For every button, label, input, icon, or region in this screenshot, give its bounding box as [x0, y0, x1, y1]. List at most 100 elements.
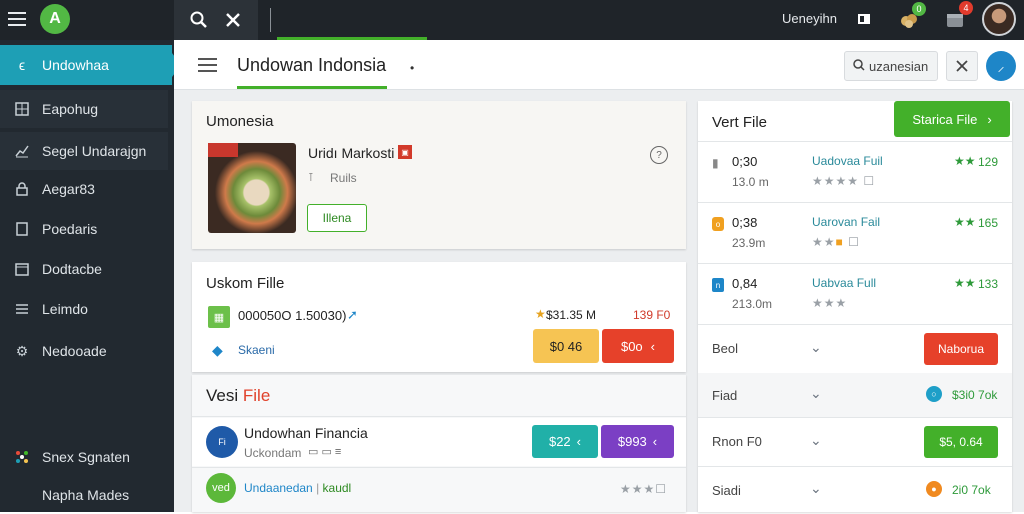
card-title: Vesi File	[206, 386, 270, 406]
button-label: $0 46	[549, 338, 583, 354]
file-row[interactable]: ▮ 0;30 13.0 m Uadovaa Fuil ★★★★ ☐ ★★ 129	[698, 142, 1012, 202]
blue-icon: n	[712, 278, 724, 292]
info-icon[interactable]: ?	[650, 146, 668, 164]
item-2-part-b: kaudl	[322, 481, 352, 495]
file-stars: ★★■ ☐	[812, 235, 860, 249]
row-value: 2i0 7ok	[952, 483, 991, 497]
item-name: Uridı Markosti	[308, 145, 395, 161]
score-stars: ★★	[954, 276, 976, 290]
menu-icon[interactable]	[6, 8, 30, 30]
divider	[270, 8, 271, 32]
file-size: 23.9m	[732, 236, 766, 250]
sidebar-item-nedooade[interactable]: ⚙ Nedooade	[0, 332, 168, 370]
row-value: $3i0 7ok	[952, 388, 998, 402]
sidebar-item-dodtacbe[interactable]: Dodtacbe	[0, 250, 168, 288]
sidebar-item-label: Segel Undarajgn	[42, 143, 147, 159]
tool-button[interactable]: ⸝	[986, 51, 1016, 81]
sidebar-item-segel[interactable]: Segel Undarajgn	[0, 132, 168, 170]
yellow-button[interactable]: $0 46	[533, 329, 599, 363]
search-icon[interactable]	[188, 9, 210, 31]
chevron-down-icon[interactable]: ⌄	[810, 385, 822, 402]
sidebar-item-label: Snex Sgnaten	[42, 449, 130, 465]
badge-count: 4	[963, 3, 969, 13]
hamburger-icon[interactable]	[196, 54, 220, 76]
top-bar: A Ueneyihn 0 4	[0, 0, 1024, 40]
purple-button[interactable]: $993 ‹	[601, 425, 674, 458]
button-label: Naborua	[937, 342, 985, 356]
search-field[interactable]: uzanesian	[844, 51, 938, 81]
user-name[interactable]: Ueneyihn	[782, 11, 837, 26]
item-button[interactable]: Illena	[307, 204, 367, 232]
green-avatar: ved	[206, 473, 236, 503]
row-label: Rnon F0	[712, 434, 762, 449]
search-icon	[853, 58, 865, 74]
button-label: $993	[617, 434, 647, 449]
expand-row[interactable]: Rnon F0 ⌄ $5, 0.64	[698, 418, 1012, 466]
expand-row[interactable]: Fiad ⌄ ○ $3i0 7ok	[698, 373, 1012, 417]
teal-button[interactable]: $22 ‹	[532, 425, 598, 458]
chevron-left-icon: ‹	[652, 434, 658, 449]
button-label: Illena	[322, 211, 352, 225]
lock-icon: ▮	[712, 156, 719, 170]
file-score: 165	[978, 216, 999, 230]
chart-icon	[14, 143, 30, 159]
home-icon: ϵ	[18, 57, 26, 73]
file-stars: ★★★★ ☐	[812, 174, 876, 188]
item-mini-icons: ▭ ▭ ≡	[308, 446, 342, 458]
badge-count: 0	[916, 4, 922, 14]
item-sub: Ruils	[330, 171, 357, 185]
item-title: Undowhan Financia	[244, 425, 368, 441]
file-name: Uadovaa Fuil	[812, 154, 883, 168]
chevron-right-icon: ›	[987, 111, 992, 127]
chevron-down-icon[interactable]: ⌄	[810, 480, 822, 497]
sidebar-bottom-item-1[interactable]: Snex Sgnaten	[0, 438, 168, 476]
flag-icon[interactable]	[854, 9, 874, 29]
file-row[interactable]: o 0;38 23.9m Uarovan Fail ★★■ ☐ ★★ 165	[698, 203, 1012, 263]
search-area[interactable]	[174, 0, 258, 40]
chevron-down-icon[interactable]: ⌄	[810, 432, 822, 449]
file-row[interactable]: n 0,84 213.0m Uabvaa Full ★★★ ★★ 133	[698, 264, 1012, 324]
red-button[interactable]: $0o ‹	[602, 329, 674, 363]
share-icon[interactable]: ➚	[347, 307, 358, 323]
tag-icon: ▣	[398, 145, 412, 159]
chevron-down-icon[interactable]: ⌄	[810, 339, 822, 356]
file-name: Uabvaa Full	[812, 276, 877, 290]
app-logo[interactable]: A	[40, 4, 70, 34]
close-button[interactable]	[946, 51, 978, 81]
expand-row[interactable]: Beol ⌄ Naborua	[698, 325, 1012, 373]
button-label: $0o	[620, 338, 643, 354]
button-label: Starica File	[912, 111, 978, 127]
sidebar-item-aegar[interactable]: Aegar83	[0, 170, 168, 208]
avatar[interactable]	[982, 2, 1016, 36]
item-sub: Uckondam	[244, 446, 302, 460]
item-2-text: Undaanedan | kaudl	[244, 481, 352, 495]
sidebar-item-label: Eapohug	[42, 101, 99, 117]
star-icon: ★	[535, 307, 546, 321]
sidebar-item-poedaris[interactable]: Poedaris	[0, 210, 168, 248]
expand-row[interactable]: Siadi ⌄ ● 2i0 7ok	[698, 467, 1012, 512]
sidebar-bottom-item-2[interactable]: Napha Mades	[0, 476, 168, 514]
finance-avatar: Fi	[206, 426, 238, 458]
title-part-b: File	[242, 386, 271, 405]
rating-value: $31.35 M	[546, 308, 597, 322]
close-icon[interactable]	[222, 9, 244, 31]
card-uskom: Uskom Fille ▦ 000050O 1.50030) ➚ ★ $31.3…	[192, 262, 686, 372]
red-action-button[interactable]: Naborua	[924, 333, 998, 365]
doc-icon	[14, 221, 30, 237]
sidebar-item-eapohug[interactable]: Eapohug	[0, 90, 168, 128]
primary-action-button[interactable]: Starica File ›	[894, 101, 1010, 137]
file-score: 133	[978, 277, 999, 291]
file-size: 13.0 m	[732, 175, 769, 189]
sidebar-item-label: Napha Mades	[42, 487, 130, 503]
row-text: 000050O 1.50030)	[238, 308, 347, 323]
sidebar-item-undowhaa[interactable]: ϵ Undowhaa	[0, 46, 168, 84]
file-time: 0,84	[732, 276, 758, 291]
green-action-button[interactable]: $5, 0.64	[924, 426, 998, 458]
file-name: Uarovan Fail	[812, 215, 881, 229]
card-title: Uskom Fille	[206, 275, 285, 292]
image-ribbon	[208, 143, 238, 157]
sidebar-item-leimdo[interactable]: Leimdo	[0, 290, 168, 328]
wrench-icon: ⸝	[997, 57, 1005, 74]
sidebar-item-label: Leimdo	[42, 301, 88, 317]
orange-badge-icon: ●	[926, 481, 942, 497]
